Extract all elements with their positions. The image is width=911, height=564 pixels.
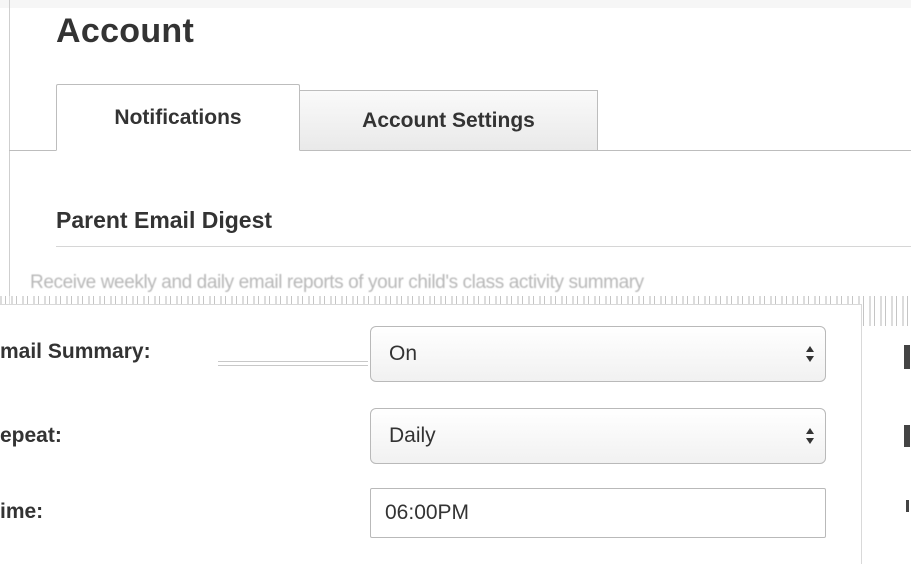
time-value: 06:00PM <box>385 501 470 524</box>
section-heading: Parent Email Digest <box>56 207 273 233</box>
repeat-value: Daily <box>389 424 436 447</box>
time-input[interactable]: 06:00PM <box>370 488 826 538</box>
email-summary-select[interactable]: On <box>370 326 826 382</box>
select-arrows-icon <box>795 327 825 381</box>
tab-account-settings[interactable]: Account Settings <box>300 90 598 150</box>
clipped-edge-mark <box>906 500 909 512</box>
clipped-edge-mark <box>904 345 910 369</box>
time-label: ime: <box>0 500 44 523</box>
tab-account-settings-label: Account Settings <box>362 108 535 132</box>
email-summary-label: mail Summary: <box>0 340 151 363</box>
select-arrows-icon <box>795 409 825 463</box>
page-title: Account <box>56 12 195 50</box>
email-summary-value: On <box>389 342 418 365</box>
email-summary-label-line <box>218 361 368 366</box>
repeat-label: epeat: <box>0 424 62 447</box>
clipped-edge-mark <box>904 425 910 447</box>
section-divider <box>56 246 911 247</box>
tab-notifications[interactable]: Notifications <box>56 84 300 151</box>
repeat-select[interactable]: Daily <box>370 408 826 464</box>
tab-notifications-label: Notifications <box>114 105 242 129</box>
section-description: Receive weekly and daily email reports o… <box>30 272 644 293</box>
